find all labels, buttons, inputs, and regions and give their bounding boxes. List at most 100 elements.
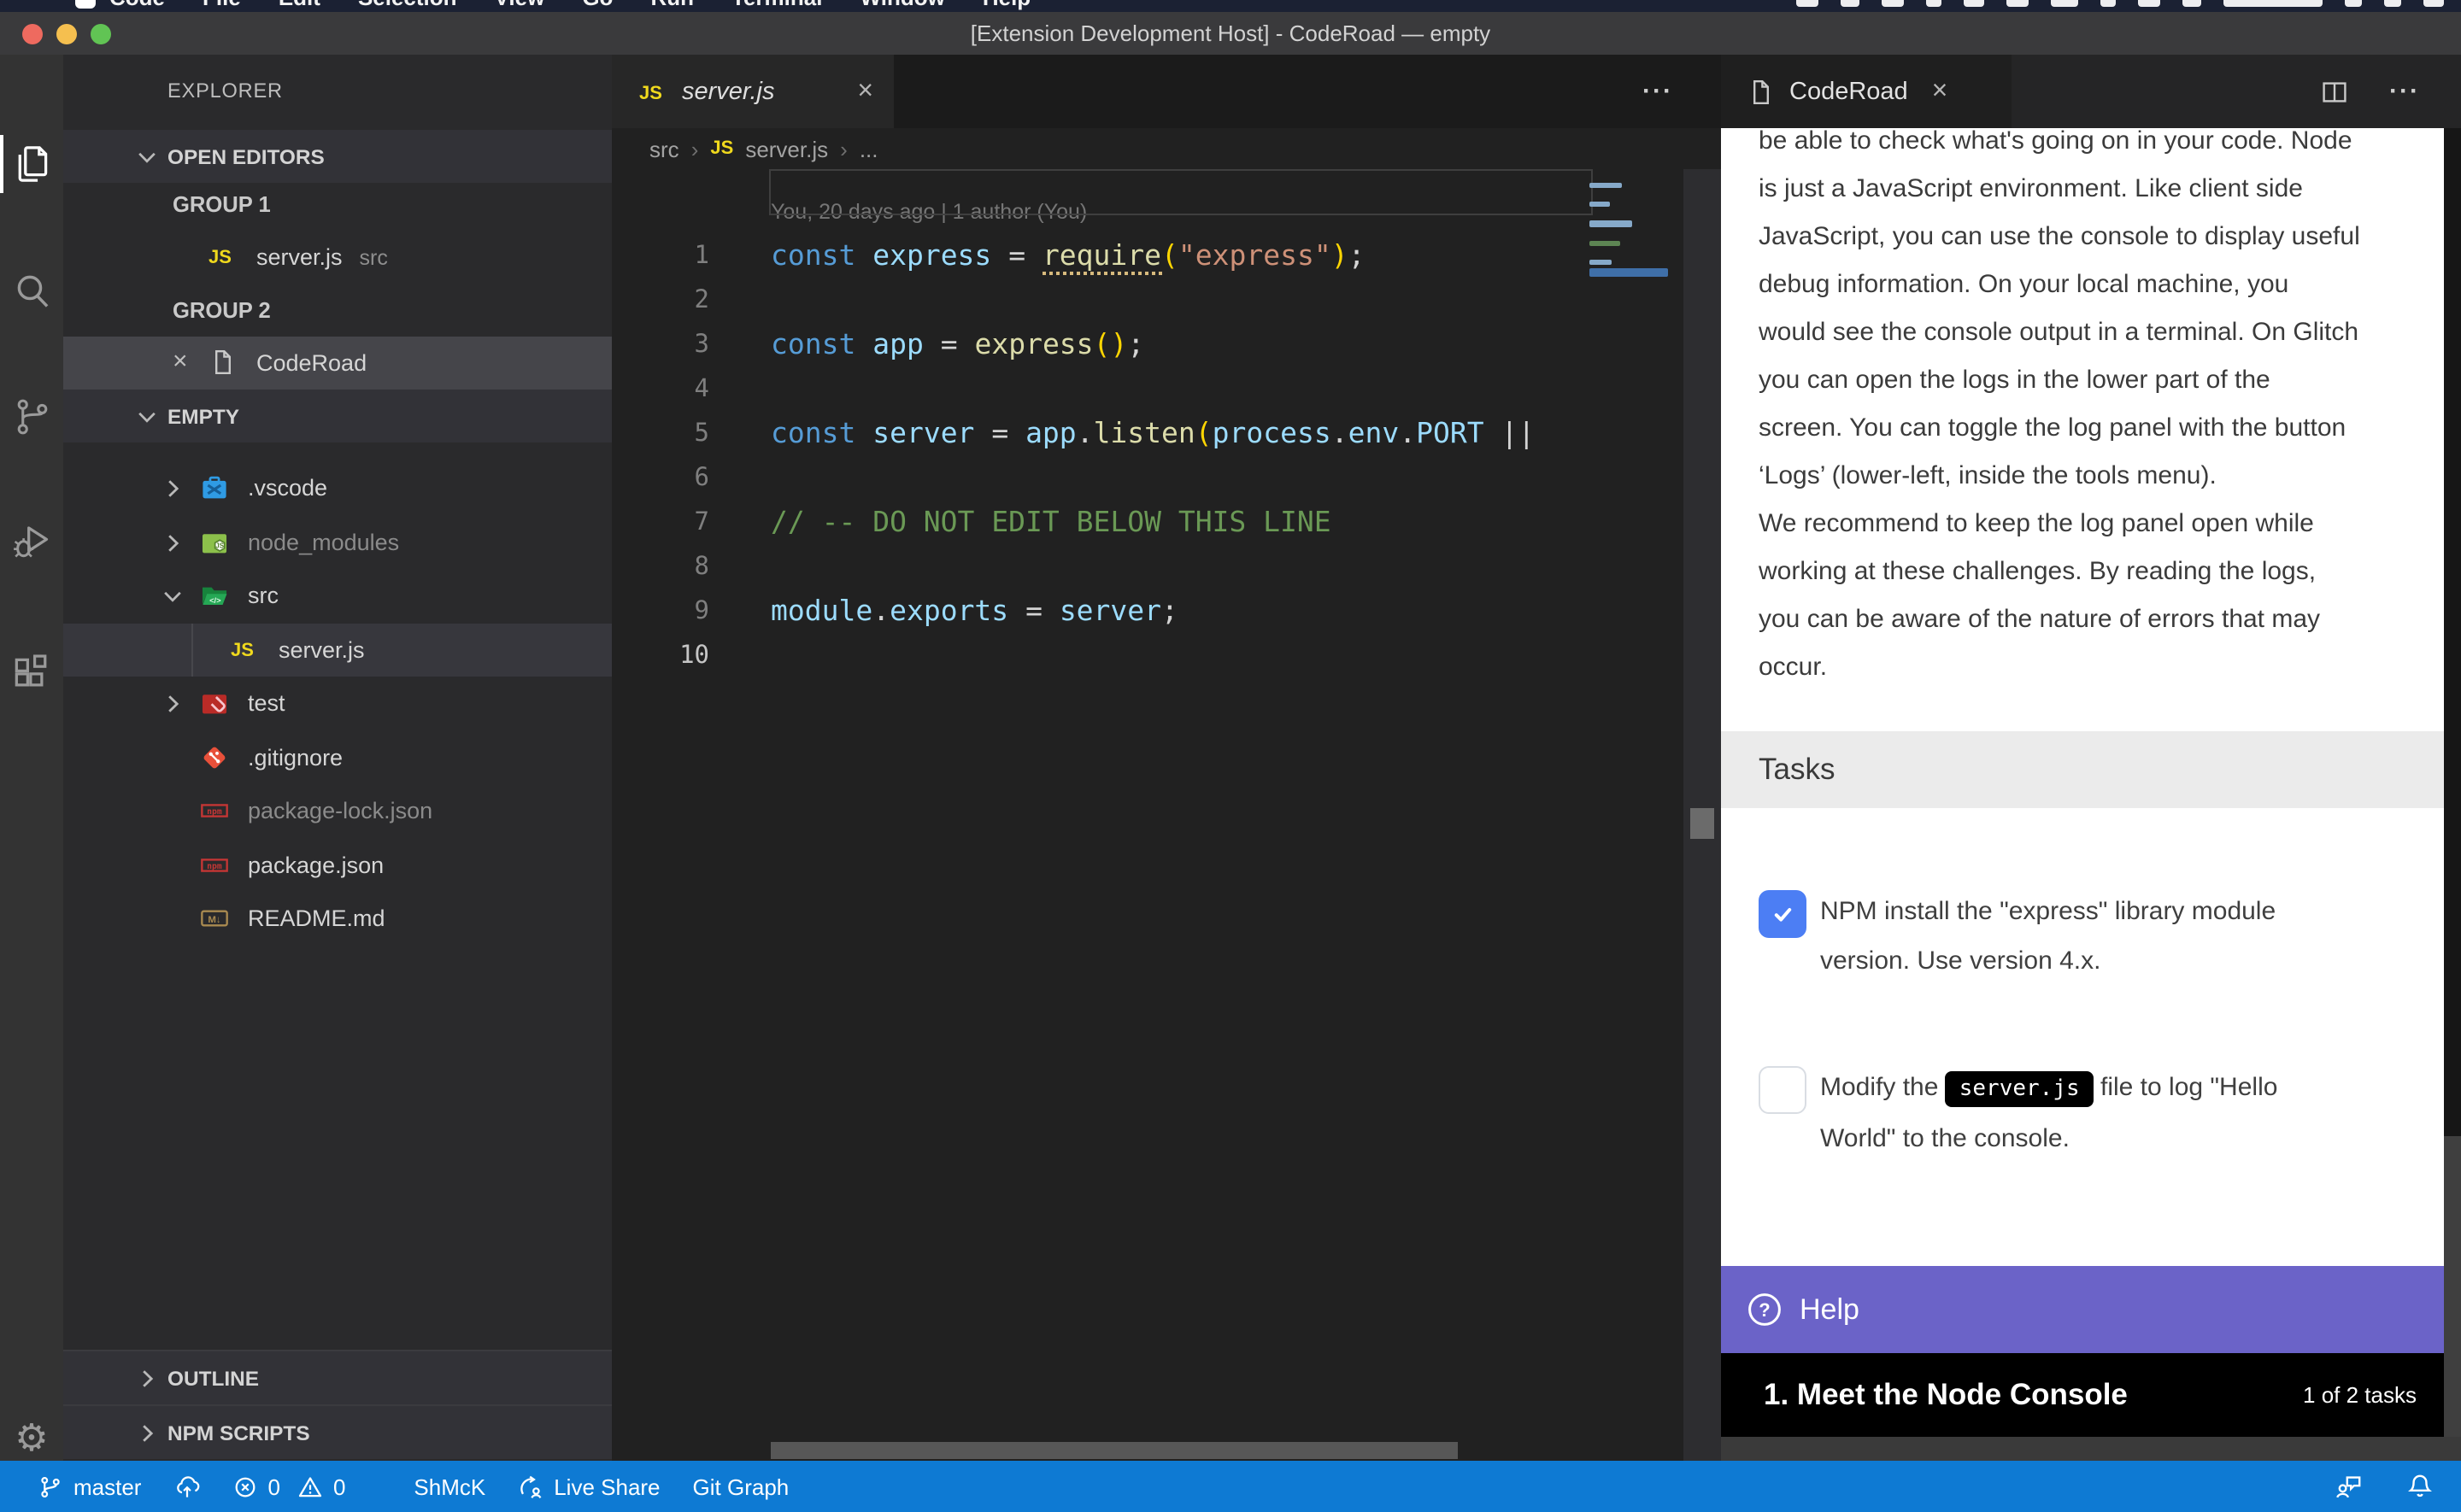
code-token: ; <box>1161 595 1178 627</box>
menu-item-window[interactable]: Window <box>860 0 944 10</box>
code-token: ( <box>1161 239 1178 272</box>
menu-item-file[interactable]: File <box>203 0 241 10</box>
open-editor-item-server-js[interactable]: JSserver.jssrc <box>63 231 612 284</box>
open-editor-item-coderoad[interactable]: × CodeRoad <box>63 337 612 390</box>
activity-run-debug[interactable] <box>0 504 63 579</box>
code-line: const server = app.listen(process.env.PO… <box>771 412 1535 456</box>
code-token <box>855 328 872 360</box>
status-glyph <box>1841 0 1859 7</box>
menu-item-go[interactable]: Go <box>582 0 613 10</box>
status-git-graph[interactable]: Git Graph <box>693 1474 790 1499</box>
close-tab-icon[interactable]: × <box>857 76 873 107</box>
menu-item-code[interactable]: Code <box>109 0 165 10</box>
menu-item-view[interactable]: View <box>495 0 545 10</box>
menu-item-run[interactable]: Run <box>650 0 694 10</box>
open-editors-group[interactable]: GROUP 1 <box>63 178 612 231</box>
apple-menu-icon[interactable] <box>75 0 96 9</box>
panel-scrollbar-track[interactable] <box>2444 128 2461 1437</box>
code-token <box>1008 417 1025 449</box>
minimap[interactable] <box>1589 183 1671 302</box>
code-token: process <box>1213 417 1331 449</box>
tree-item-label: README.md <box>248 906 385 932</box>
activity-search[interactable] <box>0 253 63 328</box>
tree-item-server-js[interactable]: JSserver.js <box>63 623 612 677</box>
lesson-footer[interactable]: 1. Meet the Node Console 1 of 2 tasks <box>1721 1353 2444 1437</box>
section-outline[interactable]: OUTLINE <box>63 1350 612 1404</box>
zoom-window-button[interactable] <box>91 23 111 44</box>
task-checkbox[interactable] <box>1759 1066 1806 1114</box>
editor-more-actions-icon[interactable]: ··· <box>1642 55 1673 128</box>
code-token: module <box>771 595 872 627</box>
task-checkbox[interactable] <box>1759 890 1806 938</box>
line-number: 4 <box>612 367 709 412</box>
code-line: const app = express(); <box>771 323 1144 367</box>
status-0[interactable]: 0 <box>297 1474 345 1499</box>
status-feedback[interactable] <box>2335 1473 2362 1500</box>
md-icon: M↓ <box>200 904 229 933</box>
tree-item-README-md[interactable]: M↓ README.md <box>63 892 612 946</box>
tree-item--vscode[interactable]: .vscode <box>63 461 612 515</box>
more-actions-icon[interactable]: ··· <box>2389 77 2420 106</box>
status-shmck[interactable]: roke="#fff" stroke-width="1.2" stroke="#… <box>378 1474 485 1499</box>
status-master[interactable]: master <box>38 1474 141 1499</box>
code-token: = <box>941 328 958 360</box>
help-section[interactable]: ? Help <box>1721 1266 2444 1353</box>
breadcrumb-item[interactable]: ... <box>860 136 878 161</box>
editor-scrollbar-thumb[interactable] <box>1690 808 1714 839</box>
section-empty[interactable]: EMPTY <box>63 390 612 442</box>
minimap-line <box>1589 202 1610 207</box>
task-text: NPM install the "express" library module… <box>1820 887 2410 986</box>
status-0[interactable]: 0 <box>232 1474 279 1499</box>
horizontal-scrollbar[interactable] <box>771 1442 1458 1459</box>
status-label: ShMcK <box>414 1474 485 1499</box>
menu-item-edit[interactable]: Edit <box>279 0 320 10</box>
minimize-window-button[interactable] <box>56 23 77 44</box>
tree-item--gitignore[interactable]: .gitignore <box>63 730 612 784</box>
activity-bar: ⚙ <box>0 55 63 1461</box>
breadcrumb-item[interactable]: server.js <box>745 136 828 161</box>
tab-server-js[interactable]: JS server.js × <box>612 55 894 128</box>
editor-label: CodeRoad <box>256 350 367 376</box>
line-number: 3 <box>612 323 709 367</box>
status-cloud-upload[interactable] <box>173 1474 199 1499</box>
code-editor[interactable]: You, 20 days ago | 1 author (You) 1const… <box>612 169 1721 1461</box>
code-token: PORT <box>1416 417 1484 449</box>
menu-item-selection[interactable]: Selection <box>358 0 457 10</box>
close-editor-icon[interactable]: × <box>173 349 188 374</box>
chevron-right-icon <box>159 529 186 556</box>
title-bar: [Extension Development Host] - CodeRoad … <box>0 12 2461 55</box>
tree-item-package-json[interactable]: npmpackage.json <box>63 838 612 892</box>
section-open-editors[interactable]: OPEN EDITORS <box>63 130 612 183</box>
tree-item-label: server.js <box>279 637 365 663</box>
breadcrumb-item[interactable]: src <box>649 136 679 161</box>
section-npm-scripts-label: NPM SCRIPTS <box>167 1421 310 1445</box>
tree-item-package-lock-json[interactable]: npmpackage-lock.json <box>63 784 612 838</box>
tree-item-src[interactable]: </>src <box>63 569 612 623</box>
section-npm-scripts[interactable]: NPM SCRIPTS <box>63 1404 612 1459</box>
status-label: Live Share <box>554 1474 660 1499</box>
warning-icon <box>297 1474 323 1499</box>
tree-item-label: .gitignore <box>248 745 343 771</box>
line-number: 9 <box>612 589 709 634</box>
svg-text:?: ? <box>1759 1299 1770 1321</box>
status-live-share[interactable]: Live Share <box>518 1474 660 1499</box>
code-token: env <box>1348 417 1400 449</box>
code-token: ) <box>1331 239 1348 272</box>
menu-item-help[interactable]: Help <box>983 0 1031 10</box>
split-editor-icon[interactable] <box>2321 78 2348 105</box>
open-editors-group[interactable]: GROUP 2 <box>63 284 612 337</box>
tutorial-text-line: debug information. On your local machine… <box>1759 270 2288 299</box>
menu-item-terminal[interactable]: Terminal <box>731 0 822 10</box>
code-token: ; <box>1348 239 1366 272</box>
close-tab-icon[interactable]: × <box>1932 76 1948 107</box>
close-window-button[interactable] <box>22 23 43 44</box>
chevron-right-icon <box>159 690 186 718</box>
tree-item-test[interactable]: test <box>63 677 612 730</box>
status-bell[interactable] <box>2406 1473 2434 1500</box>
tab-coderoad[interactable]: CodeRoad × <box>1721 55 2012 128</box>
tree-item-node-modules[interactable]: JSnode_modules <box>63 515 612 569</box>
activity-extensions[interactable] <box>0 636 63 711</box>
panel-scrollbar-thumb[interactable] <box>2444 128 2461 1136</box>
activity-explorer[interactable] <box>0 126 63 202</box>
activity-source-control[interactable] <box>0 379 63 454</box>
